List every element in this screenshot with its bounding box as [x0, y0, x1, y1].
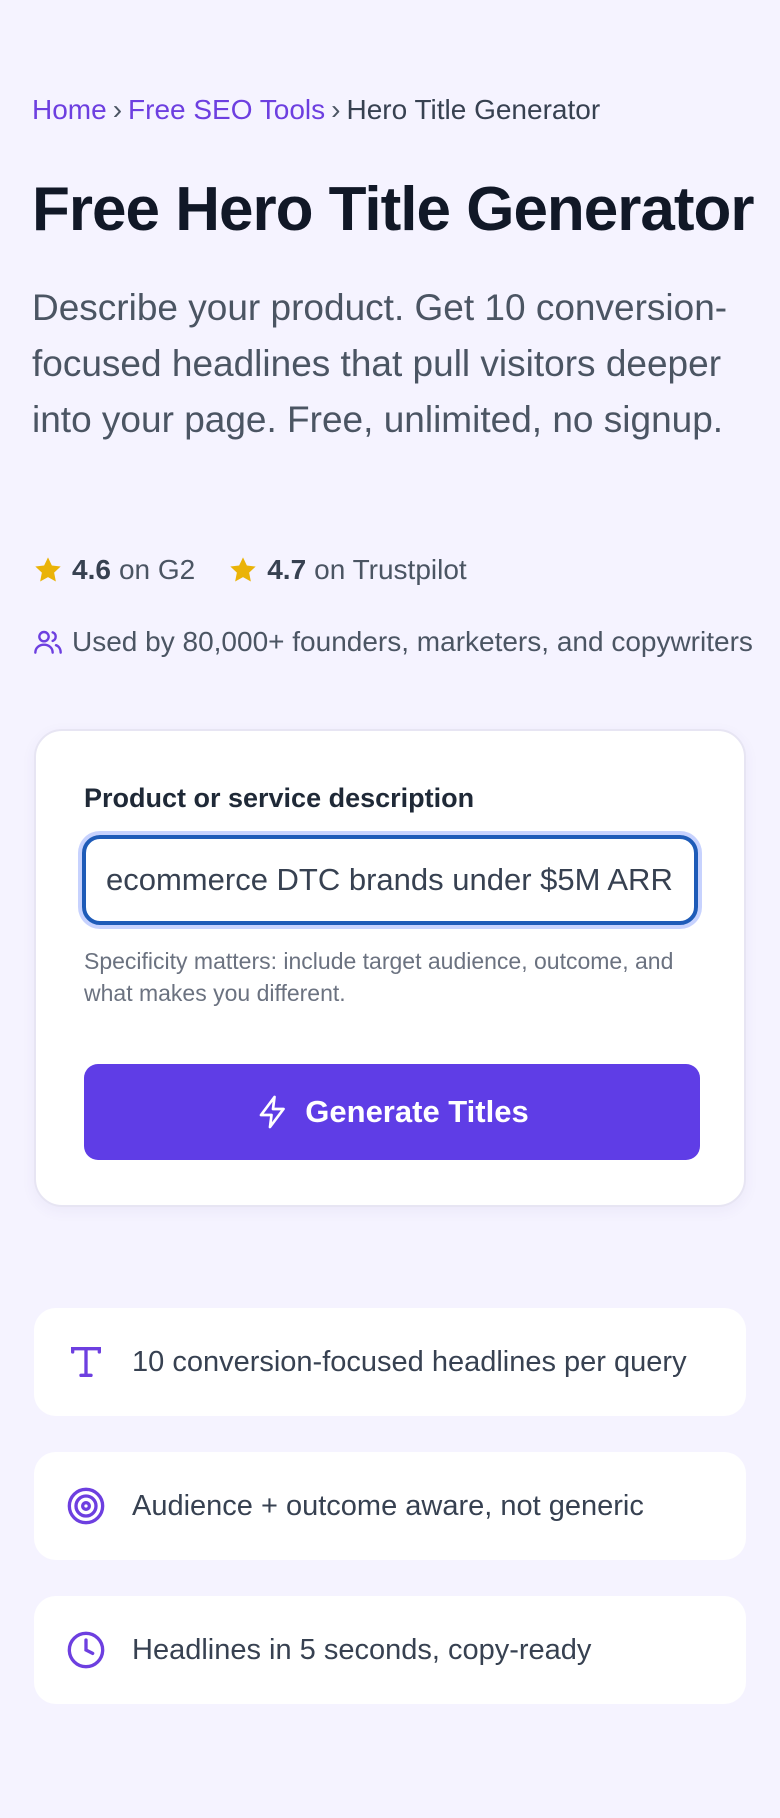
rating-score: 4.6	[72, 554, 111, 585]
rating-source: on G2	[118, 554, 196, 585]
star-icon	[35, 557, 61, 582]
rating-trustpilot: 4.7 on Trustpilot	[227, 554, 467, 586]
feature-item-audience: Audience + outcome aware, not generic	[34, 1452, 746, 1560]
feature-text: 10 conversion-focused headlines per quer…	[132, 1345, 687, 1378]
feature-item-headlines: 10 conversion-focused headlines per quer…	[34, 1308, 746, 1416]
description-hint: Specificity matters: include target audi…	[84, 948, 674, 1006]
clock-icon	[66, 1630, 106, 1670]
generator-form-card: Product or service description ecommerce…	[34, 729, 746, 1207]
feature-text: Audience + outcome aware, not generic	[132, 1489, 644, 1522]
rating-score: 4.7	[267, 554, 307, 585]
used-by-text: Used by 80,000+ founders, marketers, and…	[72, 626, 753, 657]
target-icon	[66, 1486, 106, 1526]
breadcrumb-separator: ›	[112, 94, 123, 125]
rating-g2: 4.6 on G2	[32, 554, 195, 586]
breadcrumb-seo-tools-link[interactable]: Free SEO Tools	[128, 94, 325, 125]
description-input-value: ecommerce DTC brands under $5M ARR	[106, 862, 673, 897]
breadcrumb-home-link[interactable]: Home	[32, 94, 107, 125]
feature-text: Headlines in 5 seconds, copy-ready	[132, 1633, 592, 1666]
text-t-icon	[66, 1342, 106, 1382]
feature-item-speed: Headlines in 5 seconds, copy-ready	[34, 1596, 746, 1704]
lightning-icon	[259, 1095, 286, 1129]
page-subtitle: Describe your product. Get 10 conversion…	[32, 287, 728, 440]
breadcrumb: Home › Free SEO Tools › Hero Title Generator	[32, 92, 600, 128]
star-icon	[230, 557, 256, 582]
breadcrumb-separator: ›	[331, 94, 341, 125]
ratings-row: 4.6 on G2 4.7 on Trustpilot	[32, 554, 467, 586]
generate-titles-label: Generate Titles	[305, 1094, 529, 1129]
generate-titles-button[interactable]: Generate Titles	[84, 1064, 700, 1160]
page-title: Free Hero Title Generator	[32, 175, 755, 244]
page: Home › Free SEO Tools › Hero Title Generator…	[0, 0, 780, 1818]
description-input-wrapper: ecommerce DTC brands under $5M ARR	[82, 835, 698, 925]
description-label: Product or service description	[84, 783, 475, 813]
rating-source: on Trustpilot	[314, 554, 467, 585]
description-input[interactable]: ecommerce DTC brands under $5M ARR	[82, 835, 698, 925]
breadcrumb-current: Hero Title Generator	[346, 94, 601, 125]
users-icon	[34, 630, 62, 654]
used-by-line: Used by 80,000+ founders, marketers, and…	[32, 626, 780, 658]
